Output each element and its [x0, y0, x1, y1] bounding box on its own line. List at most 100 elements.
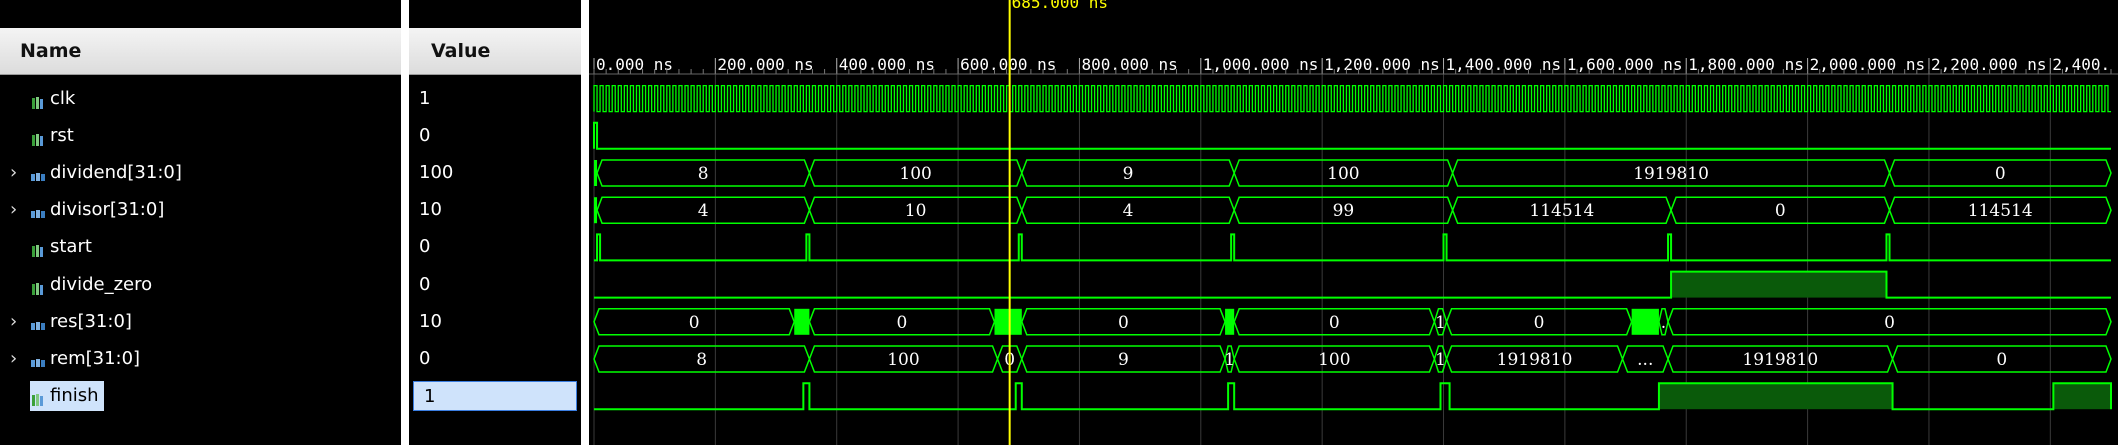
bus-value-label: 0 [1118, 313, 1129, 333]
bus-value-label: 0 [1775, 201, 1786, 221]
bus-value-label: 0 [1329, 313, 1340, 333]
signal-name: start [50, 236, 92, 258]
bit-signal-icon [30, 239, 46, 258]
signal-row-finish[interactable]: finish [0, 381, 401, 412]
bus-value-label: 0 [897, 313, 908, 333]
ruler-tick-label: 2,200.000 ns [1931, 55, 2047, 74]
signal-name: finish [50, 385, 99, 407]
signal-value-cell[interactable]: 1 [409, 84, 581, 114]
ruler-tick-label: 1,800.000 ns [1688, 55, 1804, 74]
bus-busy-fill [994, 308, 1022, 335]
signal-value: 0 [419, 348, 431, 369]
bus-value-label: 100 [1318, 350, 1350, 370]
bus-value-label: 0 [1996, 350, 2007, 370]
signal-name-panel: Name clk rst › dividend[31:0] › divisor[31:0]… [0, 0, 401, 445]
ruler-tick-label: 800.000 ns [1081, 55, 1177, 74]
name-column-header[interactable]: Name [0, 28, 401, 75]
bus-signal-icon [30, 165, 46, 181]
bus-value-label: 100 [899, 164, 931, 184]
signal-value: 0 [419, 273, 431, 295]
bit-signal-icon [30, 128, 46, 146]
signal-value-cell[interactable]: 10 [409, 195, 581, 225]
cursor-time-label: 685.000 ns [1012, 0, 1108, 12]
expand-chevron-icon[interactable]: › [10, 195, 17, 225]
bus-value-label: 1919810 [1497, 350, 1573, 370]
signal-value-cell[interactable]: 0 [409, 270, 581, 300]
waveform-panel[interactable]: 0.000 ns 200.000 ns 400.000 ns 600.000 ns 80… [589, 0, 2118, 445]
expand-chevron-icon[interactable]: › [10, 307, 17, 337]
ruler-tick-label: 1,600.000 ns [1567, 55, 1683, 74]
bus-value-label: ... [1637, 350, 1653, 370]
bus-signal-icon [30, 351, 46, 367]
bus-value-label: 99 [1333, 201, 1355, 221]
signal-row-rem[interactable]: › rem[31:0] [0, 344, 401, 374]
bus-busy-fill [1631, 308, 1659, 335]
signal-value-cell[interactable]: 0 [409, 344, 581, 374]
bus-value-label: 0 [689, 313, 700, 333]
signal-row-divisor[interactable]: › divisor[31:0] [0, 195, 401, 225]
bit-signal-icon [30, 277, 46, 295]
signal-value-cell[interactable]: 0 [409, 121, 581, 151]
signal-value-cell[interactable]: 100 [409, 158, 581, 188]
signal-value-cell[interactable]: 1 [413, 381, 577, 412]
expand-chevron-icon[interactable]: › [10, 158, 17, 188]
bus-value-label: 100 [1327, 164, 1359, 184]
bus-value-label: 9 [1123, 164, 1134, 184]
bus-value-label: 114514 [1529, 201, 1594, 221]
bus-value-label: 8 [698, 164, 709, 184]
bus-signal-icon [30, 202, 46, 219]
bus-value-label: 0 [1884, 313, 1895, 333]
ruler-tick-label: 1,000.000 ns [1203, 55, 1319, 74]
signal-row-divide-zero[interactable]: divide_zero [0, 270, 401, 300]
bus-value-label: 4 [1123, 201, 1134, 221]
ruler-tick-label: 0.000 ns [596, 55, 673, 74]
signal-value: 1 [424, 386, 436, 408]
bus-value-label: 0 [1534, 313, 1545, 333]
clk-waveform [593, 84, 2111, 113]
signal-value-panel: Value 1 0 100 10 0 0 10 0 1 [409, 0, 581, 445]
ruler-tick-label: 1,200.000 ns [1324, 55, 1440, 74]
signal-value-cell[interactable]: 0 [409, 232, 581, 262]
bit-signal-icon [30, 388, 46, 407]
ruler-tick-label: 2,400. [2052, 55, 2110, 74]
signal-row-start[interactable]: start [0, 232, 401, 262]
bit-signal-icon [30, 91, 46, 109]
name-value-splitter[interactable] [401, 0, 409, 445]
bus-value-label: 9 [1118, 350, 1129, 370]
high-level-fill [2053, 383, 2111, 410]
signal-row-dividend[interactable]: › dividend[31:0] [0, 158, 401, 188]
signal-value: 1 [419, 87, 431, 109]
signal-value: 10 [419, 199, 442, 221]
bit-waveform [594, 233, 2111, 262]
value-column-header[interactable]: Value [409, 28, 581, 75]
waveform-canvas[interactable]: 0.000 ns 200.000 ns 400.000 ns 600.000 ns 80… [589, 0, 2118, 445]
ruler-tick-label: 400.000 ns [839, 55, 935, 74]
ruler-tick-label: 200.000 ns [717, 55, 813, 74]
signal-value: 10 [419, 310, 442, 332]
high-level-fill [1658, 383, 1893, 410]
bus-busy-fill [794, 308, 810, 335]
signal-value-cell[interactable]: 10 [409, 307, 581, 337]
bus-signal-icon [30, 314, 46, 330]
signal-name: divide_zero [50, 273, 153, 295]
bus-value-label: 1 [1435, 313, 1446, 333]
signal-row-clk[interactable]: clk [0, 84, 401, 114]
bus-value-label: 1919810 [1742, 350, 1818, 370]
signal-value: 0 [419, 124, 431, 146]
expand-chevron-icon[interactable]: › [10, 344, 17, 374]
signal-name: dividend[31:0] [50, 162, 182, 183]
high-level-fill [1671, 271, 1887, 298]
bus-value-label: 1 [1224, 350, 1235, 370]
signal-value: 0 [419, 236, 431, 258]
bus-value-label: 8 [696, 350, 707, 370]
bus-value-label: 0 [1995, 164, 2006, 184]
signal-row-res[interactable]: › res[31:0] [0, 307, 401, 337]
value-wave-splitter[interactable] [581, 0, 589, 445]
bus-value-label: 4 [698, 201, 709, 221]
bus-value-label: . [1661, 313, 1666, 333]
signal-row-rst[interactable]: rst [0, 121, 401, 151]
signal-name: divisor[31:0] [50, 199, 165, 221]
bus-busy-fill [1225, 308, 1235, 335]
signal-name: clk [50, 87, 76, 109]
signal-name: rst [50, 124, 74, 146]
